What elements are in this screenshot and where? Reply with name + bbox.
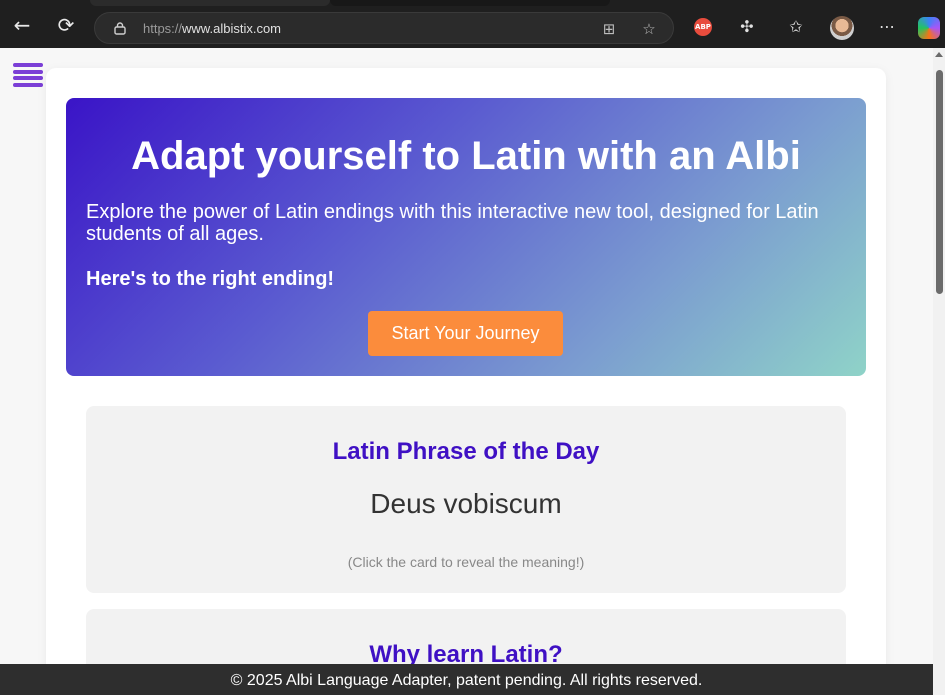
- favorites-list-icon[interactable]: ✩: [785, 16, 807, 38]
- menu-bar-line: [13, 82, 43, 87]
- copilot-icon[interactable]: [918, 17, 940, 39]
- refresh-icon[interactable]: ⟳: [55, 14, 77, 36]
- address-bar[interactable]: https://www.albistix.com ⊞ ☆: [94, 12, 674, 44]
- hero-banner: Adapt yourself to Latin with an Albi Exp…: [66, 98, 866, 376]
- url-host: www.albistix.com: [182, 21, 281, 36]
- reveal-hint: (Click the card to reveal the meaning!): [347, 554, 585, 570]
- latin-phrase: Deus vobiscum: [370, 488, 562, 519]
- lock-icon: [114, 22, 126, 35]
- menu-bar-line: [13, 69, 43, 74]
- more-options-icon[interactable]: ⋯: [876, 16, 898, 38]
- url-text[interactable]: https://www.albistix.com: [143, 21, 281, 36]
- scroll-up-arrow-icon[interactable]: [935, 52, 943, 57]
- page-viewport: Adapt yourself to Latin with an Albi Exp…: [0, 48, 933, 695]
- adblock-extension-icon[interactable]: ABP: [694, 18, 712, 36]
- scrollbar-thumb[interactable]: [936, 70, 943, 294]
- favorite-star-icon[interactable]: ☆: [639, 19, 659, 39]
- hero-description: Explore the power of Latin endings with …: [86, 201, 819, 245]
- hamburger-menu-icon[interactable]: [13, 63, 43, 89]
- extensions-puzzle-icon[interactable]: ✣: [736, 16, 758, 38]
- inactive-tab-edge[interactable]: [330, 0, 610, 6]
- hero-tagline: Here's to the right ending!: [86, 268, 335, 290]
- vertical-scrollbar[interactable]: [933, 48, 945, 695]
- phrase-card-heading: Latin Phrase of the Day: [332, 438, 600, 465]
- page-footer: © 2025 Albi Language Adapter, patent pen…: [0, 664, 933, 695]
- menu-bar-line: [13, 63, 43, 67]
- phrase-of-the-day-card[interactable]: Latin Phrase of the Day Deus vobiscum (C…: [86, 406, 846, 593]
- main-container: Adapt yourself to Latin with an Albi Exp…: [46, 68, 886, 695]
- menu-bar-line: [13, 76, 43, 80]
- active-tab-edge[interactable]: [90, 0, 330, 6]
- start-journey-button[interactable]: Start Your Journey: [368, 311, 563, 356]
- hero-title: Adapt yourself to Latin with an Albi: [131, 134, 801, 178]
- browser-toolbar: ← ⟳ https://www.albistix.com ⊞ ☆ ABP ✣ ✩…: [0, 0, 945, 48]
- back-arrow-icon[interactable]: ←: [11, 14, 33, 36]
- app-available-icon[interactable]: ⊞: [599, 19, 619, 39]
- url-protocol: https://: [143, 21, 183, 36]
- profile-avatar[interactable]: [830, 16, 854, 40]
